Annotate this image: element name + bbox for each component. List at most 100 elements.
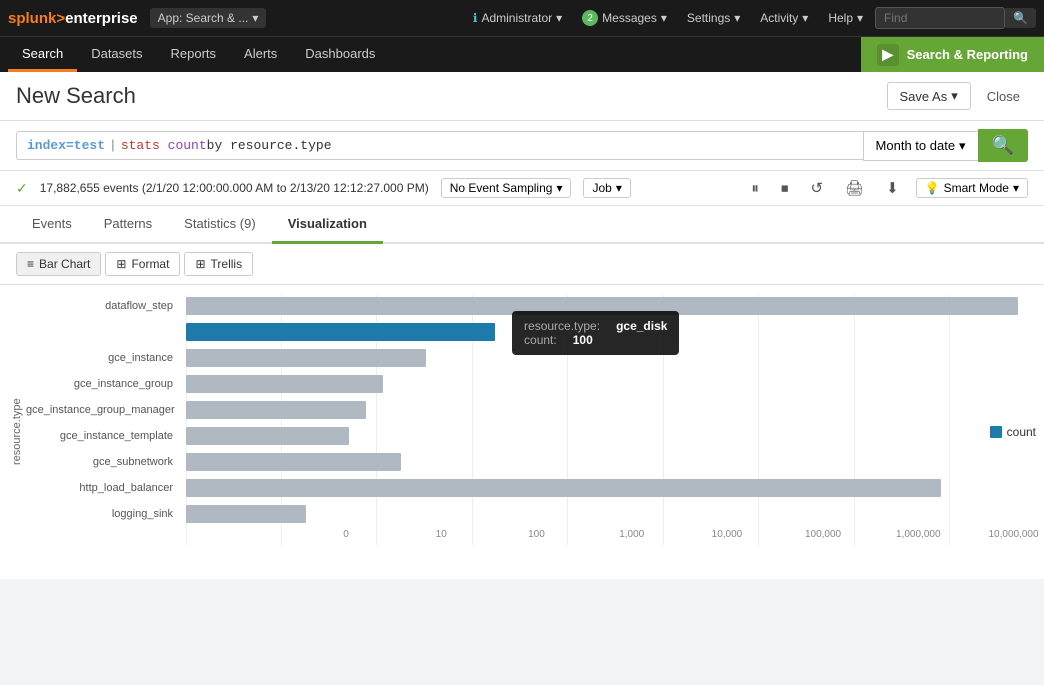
tab-dashboards[interactable]: Dashboards [291,37,389,72]
tab-events[interactable]: Events [16,206,88,244]
bar-track [186,427,1044,445]
bar-row: http_load_balancer [186,477,1044,499]
chevron-down-icon: ▾ [734,11,740,25]
close-button[interactable]: Close [979,84,1028,109]
chevron-down-icon: ▾ [1013,181,1019,195]
main-content: resource.type [0,285,1044,685]
bar-chart-icon: ≡ [27,257,34,271]
messages-badge: 2 [582,10,598,26]
chevron-down-icon: ▾ [959,138,966,154]
chevron-down-icon: ▾ [661,11,667,25]
tab-statistics[interactable]: Statistics (9) [168,206,272,244]
bar-fill [186,479,941,497]
brand-gt: > [56,10,65,27]
search-fn: count [168,138,207,153]
bar-row: gce_instance_group_manager [186,399,1044,421]
bar-track [186,375,1044,393]
y-axis-label: resource.type [8,295,26,569]
x-tick: 100 [528,529,545,540]
x-tick: 0 [343,529,349,540]
x-tick: 100,000 [805,529,841,540]
chevron-down-icon: ▾ [802,11,808,25]
format-button[interactable]: ⊞ Format [105,252,180,276]
bar-chart-button[interactable]: ≡ Bar Chart [16,252,101,276]
find-input[interactable] [875,7,1005,29]
chevron-down-icon: ▾ [556,11,562,25]
x-axis: 0 10 100 1,000 10,000 100,000 1,000,000 … [346,529,1044,545]
bar-row: gce_disk resource.type: gce_disk count: [186,321,1044,343]
brand-logo: splunk>enterprise [8,10,138,27]
activity-button[interactable]: Activity ▾ [752,8,816,28]
bar-track [186,479,1044,497]
refresh-button[interactable]: ↺ [805,177,828,199]
app-switcher-button[interactable]: App: Search & ... ▾ [150,8,267,28]
bar-row: gce_subnetwork [186,451,1044,473]
smart-mode-button[interactable]: 💡 Smart Mode ▾ [916,178,1028,198]
top-navbar: splunk>enterprise App: Search & ... ▾ ℹ … [0,0,1044,36]
bar-fill [186,427,349,445]
time-picker-button[interactable]: Month to date ▾ [863,131,978,161]
search-go-button[interactable]: 🔍 [978,129,1028,162]
help-button[interactable]: Help ▾ [820,8,871,28]
app-label: App: Search & ... [158,11,249,25]
tab-alerts[interactable]: Alerts [230,37,291,72]
search-reporting-button[interactable]: ▶ Search & Reporting [861,37,1044,72]
tab-search[interactable]: Search [8,37,77,72]
bar-label: gce_instance_group_manager [26,399,181,421]
tab-datasets[interactable]: Datasets [77,37,156,72]
tooltip-val1: gce_disk [616,319,667,333]
bar-label: gce_instance [26,347,181,369]
info-icon: ℹ [473,11,478,25]
bar-label: gce_instance_template [26,425,181,447]
activity-label: Activity [760,11,798,25]
bar-fill [186,453,401,471]
tooltip-key2: count: [524,333,557,347]
trellis-icon: ⊞ [195,257,205,271]
search-input-wrap[interactable]: index=test | stats count by resource.typ… [16,131,863,160]
messages-button[interactable]: 2 Messages ▾ [574,7,675,29]
messages-label: Messages [602,11,657,25]
settings-button[interactable]: Settings ▾ [679,8,748,28]
pause-button[interactable]: ⏸ [746,178,764,199]
tab-patterns[interactable]: Patterns [88,206,168,244]
bar-label: gce_subnetwork [26,451,181,473]
tab-reports[interactable]: Reports [157,37,231,72]
x-tick: 10,000,000 [988,529,1038,540]
bar-row: gce_instance_group [186,373,1044,395]
tab-visualization[interactable]: Visualization [272,206,383,244]
print-button[interactable]: 🖨 [840,177,869,199]
tooltip: resource.type: gce_disk count: 100 [512,311,679,355]
search-cmd: stats [121,138,160,153]
tooltip-key1: resource.type: [524,319,600,333]
chevron-down-icon: ▾ [951,88,958,104]
time-range-label: Month to date [876,138,956,153]
chart-container: resource.type [0,295,1044,569]
x-tick: 1,000,000 [896,529,941,540]
sampling-button[interactable]: No Event Sampling ▾ [441,178,572,198]
bar-fill-highlighted [186,323,495,341]
search-pipe: | [109,138,117,153]
bar-fill [186,401,366,419]
stop-button[interactable]: ⏹ [776,178,794,199]
bar-label: logging_sink [26,503,181,525]
find-search-icon[interactable]: 🔍 [1005,8,1036,28]
save-as-button[interactable]: Save As ▾ [887,82,971,110]
x-tick: 1,000 [619,529,644,540]
bar-label: dataflow_step [26,295,181,317]
visualization-tab-bar: Events Patterns Statistics (9) Visualiza… [0,206,1044,244]
download-button[interactable]: ⬇ [881,177,904,199]
info-button[interactable]: ℹ Administrator ▾ [465,8,570,28]
bar-label: gce_instance_group [26,373,181,395]
chart-toolbar: ≡ Bar Chart ⊞ Format ⊞ Trellis [0,244,1044,285]
page-header: New Search Save As ▾ Close [0,72,1044,121]
status-events-text: 17,882,655 events (2/1/20 12:00:00.000 A… [40,181,429,195]
job-button[interactable]: Job ▾ [583,178,630,198]
bar-track [186,401,1044,419]
bar-track [186,453,1044,471]
chevron-down-icon: ▾ [857,11,863,25]
brand-splunk: splunk [8,10,56,27]
bar-fill [186,505,306,523]
tooltip-row: resource.type: gce_disk [524,319,667,333]
bar-track [186,505,1044,523]
trellis-button[interactable]: ⊞ Trellis [184,252,253,276]
